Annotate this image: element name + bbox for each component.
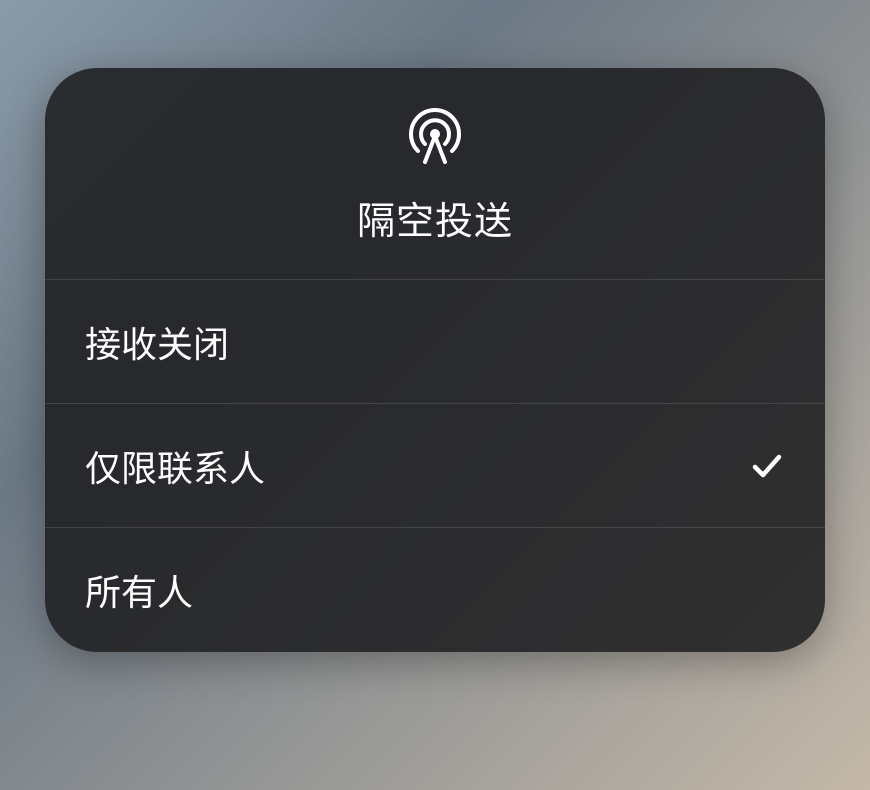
option-receiving-off[interactable]: 接收关闭 <box>45 280 825 404</box>
option-contacts-only[interactable]: 仅限联系人 <box>45 404 825 528</box>
options-list: 接收关闭 仅限联系人 所有人 <box>45 280 825 652</box>
panel-header: 隔空投送 <box>45 68 825 280</box>
panel-title: 隔空投送 <box>357 190 513 245</box>
option-label: 接收关闭 <box>85 316 229 368</box>
option-everyone[interactable]: 所有人 <box>45 528 825 652</box>
option-label: 仅限联系人 <box>85 440 265 492</box>
option-label: 所有人 <box>85 564 193 616</box>
airdrop-settings-panel: 隔空投送 接收关闭 仅限联系人 所有人 <box>45 68 825 652</box>
check-icon <box>749 448 785 484</box>
airdrop-icon <box>403 104 467 168</box>
